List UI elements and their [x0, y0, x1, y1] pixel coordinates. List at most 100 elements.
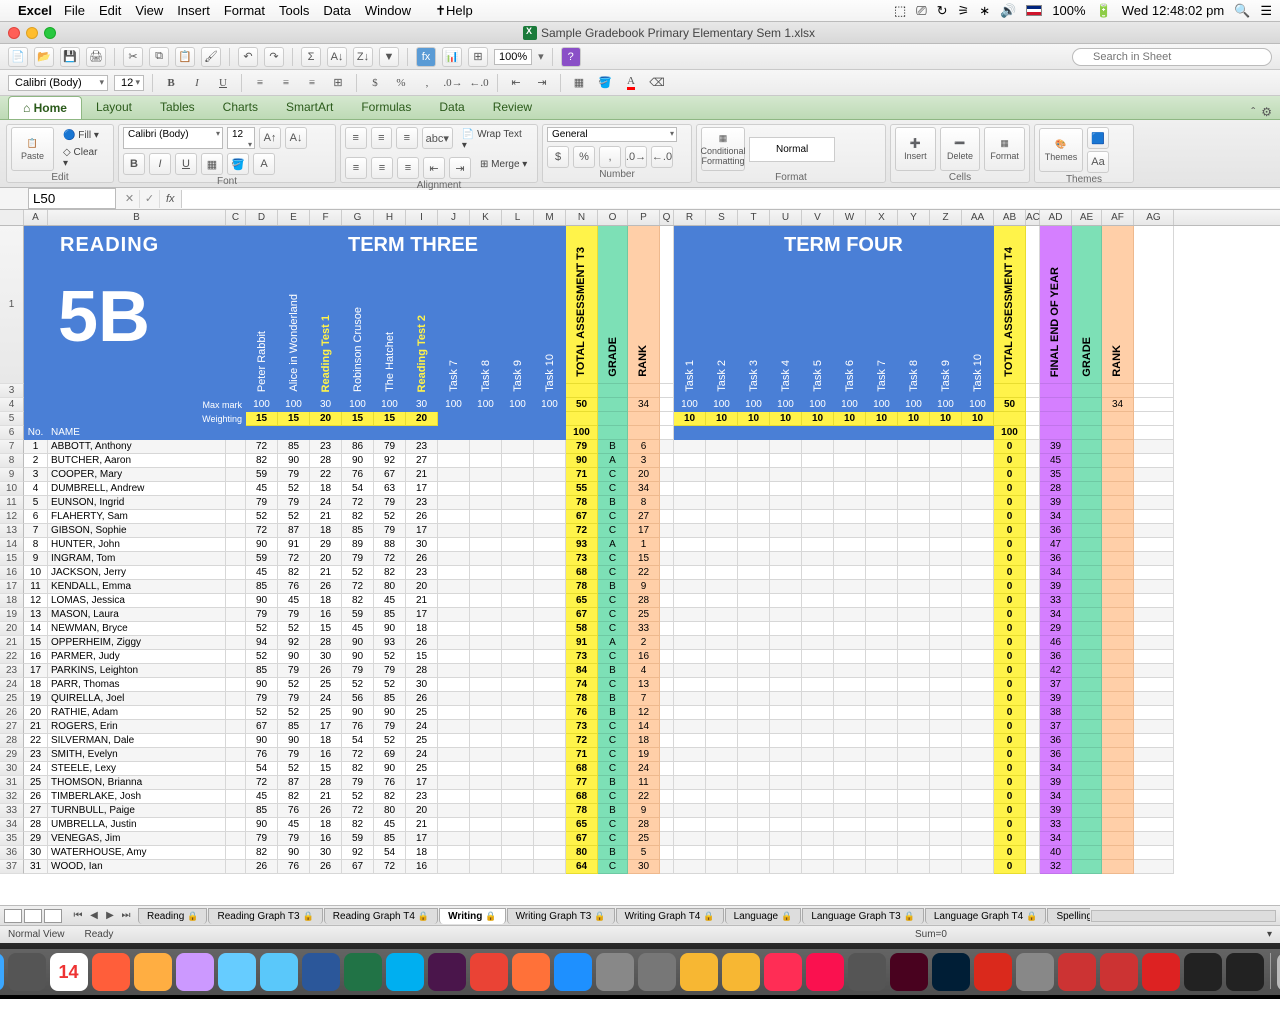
- cell[interactable]: 39: [1040, 496, 1072, 510]
- cell[interactable]: 79: [246, 496, 278, 510]
- cell[interactable]: [898, 860, 930, 874]
- cell[interactable]: [470, 818, 502, 832]
- cell[interactable]: [502, 426, 534, 440]
- cell[interactable]: 22: [628, 790, 660, 804]
- cell[interactable]: 0: [994, 468, 1026, 482]
- cell[interactable]: [866, 678, 898, 692]
- cell[interactable]: 39: [1040, 580, 1072, 594]
- cell[interactable]: [1102, 594, 1134, 608]
- cell[interactable]: B: [598, 580, 628, 594]
- cell[interactable]: 45: [278, 818, 310, 832]
- cell[interactable]: 6: [24, 510, 48, 524]
- cell[interactable]: [1102, 496, 1134, 510]
- cell[interactable]: [1026, 706, 1040, 720]
- screen-icon[interactable]: ⎚: [916, 3, 926, 19]
- student-name[interactable]: NEWMAN, Bryce: [48, 622, 226, 636]
- student-name[interactable]: EUNSON, Ingrid: [48, 496, 226, 510]
- cell[interactable]: [674, 538, 706, 552]
- cell[interactable]: [660, 496, 674, 510]
- cell[interactable]: [438, 832, 470, 846]
- autosum-button[interactable]: Σ: [301, 47, 321, 67]
- cell[interactable]: [834, 720, 866, 734]
- cell[interactable]: [502, 636, 534, 650]
- cell[interactable]: [898, 468, 930, 482]
- cell[interactable]: 52: [342, 566, 374, 580]
- comma-button[interactable]: ,: [417, 74, 437, 92]
- cell[interactable]: [834, 692, 866, 706]
- cell[interactable]: [1102, 832, 1134, 846]
- cell[interactable]: 65: [566, 594, 598, 608]
- cell[interactable]: [1072, 524, 1102, 538]
- cell[interactable]: [898, 566, 930, 580]
- cell[interactable]: [1026, 510, 1040, 524]
- new-file-button[interactable]: 📄: [8, 47, 28, 67]
- cell[interactable]: [534, 790, 566, 804]
- cell[interactable]: [534, 664, 566, 678]
- cell[interactable]: 0: [994, 790, 1026, 804]
- cell[interactable]: [1072, 678, 1102, 692]
- cell[interactable]: 21: [406, 594, 438, 608]
- cell[interactable]: [1026, 692, 1040, 706]
- cell[interactable]: 82: [342, 818, 374, 832]
- cell[interactable]: 45: [246, 566, 278, 580]
- cell[interactable]: [470, 426, 502, 440]
- cell[interactable]: [660, 622, 674, 636]
- cell[interactable]: [738, 552, 770, 566]
- cell[interactable]: [470, 454, 502, 468]
- dock-safari-icon[interactable]: [554, 953, 592, 991]
- col-header-S[interactable]: S: [706, 210, 738, 225]
- cell[interactable]: [962, 538, 994, 552]
- cell[interactable]: 59: [246, 468, 278, 482]
- indent-dec-button[interactable]: ⇤: [506, 74, 526, 92]
- col-header-M[interactable]: M: [534, 210, 566, 225]
- cell[interactable]: [598, 426, 628, 440]
- cell[interactable]: 46: [1040, 636, 1072, 650]
- number-format-combo[interactable]: General: [547, 127, 677, 142]
- cell[interactable]: [470, 594, 502, 608]
- cell[interactable]: 100: [470, 398, 502, 412]
- cell[interactable]: [1102, 720, 1134, 734]
- sheet-tab[interactable]: Language🔒: [725, 908, 802, 924]
- cell[interactable]: 35: [1040, 468, 1072, 482]
- cell[interactable]: 64: [566, 860, 598, 874]
- cell[interactable]: 30: [406, 678, 438, 692]
- cell[interactable]: [660, 748, 674, 762]
- cell[interactable]: B: [598, 496, 628, 510]
- cell[interactable]: 52: [342, 790, 374, 804]
- cell[interactable]: [438, 748, 470, 762]
- dock-skype-icon[interactable]: [386, 953, 424, 991]
- cell[interactable]: 17: [310, 720, 342, 734]
- cell[interactable]: [534, 510, 566, 524]
- cell[interactable]: 76: [278, 580, 310, 594]
- cell[interactable]: 38: [1040, 706, 1072, 720]
- cell[interactable]: 16: [310, 832, 342, 846]
- cell[interactable]: [1026, 678, 1040, 692]
- cell[interactable]: [898, 496, 930, 510]
- cell[interactable]: [1102, 860, 1134, 874]
- cell[interactable]: [226, 496, 246, 510]
- cell[interactable]: [866, 636, 898, 650]
- cell[interactable]: [930, 762, 962, 776]
- student-name[interactable]: ROGERS, Erin: [48, 720, 226, 734]
- cell[interactable]: 10: [930, 412, 962, 426]
- cell[interactable]: [438, 678, 470, 692]
- cell[interactable]: 100: [866, 398, 898, 412]
- cell[interactable]: [802, 790, 834, 804]
- cell[interactable]: 5: [24, 496, 48, 510]
- cell[interactable]: 10: [802, 412, 834, 426]
- cell[interactable]: 85: [374, 608, 406, 622]
- italic-button[interactable]: I: [149, 153, 171, 175]
- cell[interactable]: [866, 468, 898, 482]
- menu-edit[interactable]: Edit: [99, 3, 121, 18]
- cell[interactable]: [962, 468, 994, 482]
- cell[interactable]: 67: [566, 510, 598, 524]
- student-name[interactable]: TURNBULL, Paige: [48, 804, 226, 818]
- cell[interactable]: 30: [310, 650, 342, 664]
- cell[interactable]: [470, 552, 502, 566]
- cell[interactable]: 100: [802, 398, 834, 412]
- cell[interactable]: 90: [342, 454, 374, 468]
- cell[interactable]: 30: [406, 538, 438, 552]
- cell[interactable]: [1134, 636, 1174, 650]
- cell[interactable]: 54: [246, 762, 278, 776]
- cell[interactable]: 100: [246, 398, 278, 412]
